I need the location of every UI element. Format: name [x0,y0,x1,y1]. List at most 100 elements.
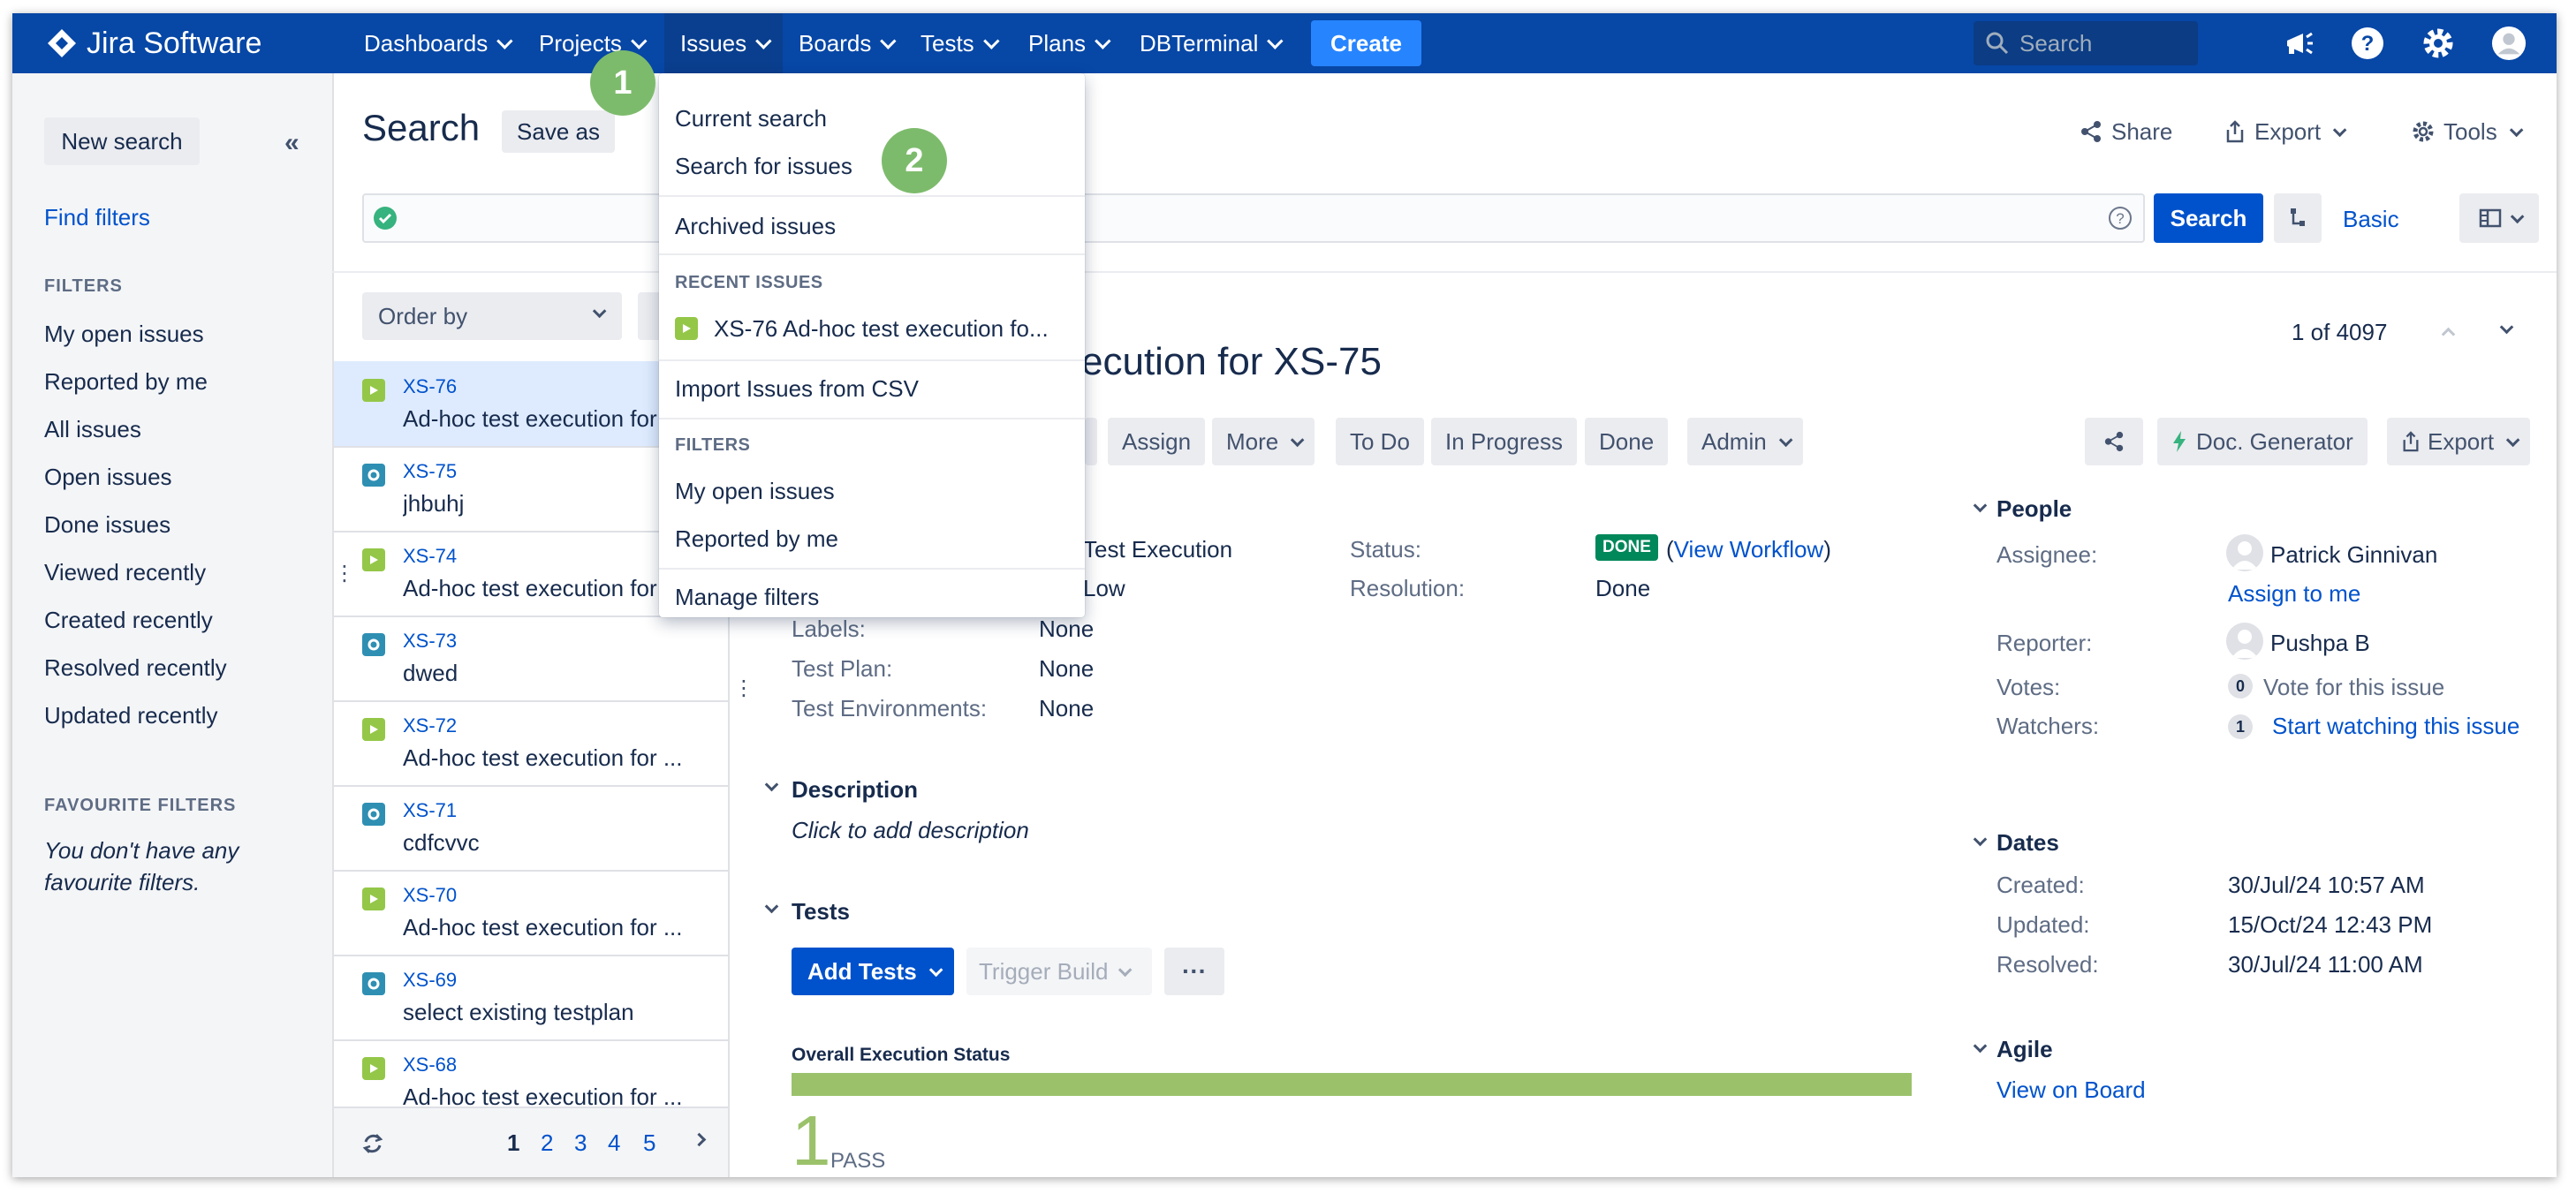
collapse-people-icon[interactable] [1973,498,1988,513]
search-button[interactable]: Search [2154,193,2263,243]
filter-resolved-recently[interactable]: Resolved recently [44,654,227,682]
todo-button[interactable]: To Do [1336,418,1424,465]
page-1[interactable]: 1 [507,1129,519,1157]
page-4[interactable]: 4 [608,1129,620,1157]
nav-tests[interactable]: Tests [908,13,1007,73]
nav-dashboards-label: Dashboards [364,29,489,57]
vote-for-issue-link[interactable]: Vote for this issue [2263,674,2444,701]
add-tests-button[interactable]: Add Tests [792,948,954,995]
collapse-sidebar-icon[interactable]: « [284,128,299,158]
tools-button[interactable]: Tools [2412,112,2524,151]
more-actions-button[interactable]: ··· [1164,948,1224,995]
votes-count: 0 [2228,674,2253,699]
chevron-down-icon [2510,209,2524,223]
nav-plans[interactable]: Plans [1016,13,1118,73]
assign-button[interactable]: Assign [1108,418,1206,465]
filter-open-issues[interactable]: Open issues [44,464,172,491]
list-item[interactable]: XS-70 Ad-hoc test execution for ... [334,870,728,956]
filter-all-issues[interactable]: All issues [44,416,141,443]
jira-logo[interactable]: Jira Software [46,24,261,63]
save-as-button[interactable]: Save as [502,110,615,153]
list-item[interactable]: XS-68 Ad-hoc test execution for ... [334,1039,728,1110]
jql-search-input[interactable]: ? [362,193,2145,243]
edit-button-partial[interactable] [1085,418,1097,465]
menu-divider [659,359,1085,361]
share-issue-button[interactable] [2085,418,2143,465]
filter-viewed-recently[interactable]: Viewed recently [44,559,206,586]
next-page-chevron-icon[interactable] [692,1132,707,1147]
export-label: Export [2254,117,2322,145]
collapse-tests-icon[interactable] [764,899,779,914]
in-progress-button[interactable]: In Progress [1431,418,1577,465]
menu-item-recent-xs-76[interactable]: XS-76 Ad-hoc test execution fo... [714,315,1049,343]
hierarchy-toggle-button[interactable] [2274,193,2322,243]
filter-created-recently[interactable]: Created recently [44,607,213,634]
issues-dropdown-menu: Current search Search for issues Archive… [659,73,1085,617]
next-issue-chevron-icon[interactable] [2499,320,2514,335]
user-avatar-icon[interactable] [2491,26,2527,61]
page-3[interactable]: 3 [574,1129,587,1157]
start-watching-link[interactable]: Start watching this issue [2272,713,2519,740]
list-resize-handle[interactable]: ⋮ [733,676,754,701]
basic-mode-link[interactable]: Basic [2343,206,2399,233]
menu-item-import-csv[interactable]: Import Issues from CSV [675,375,919,403]
done-button[interactable]: Done [1585,418,1669,465]
issue-key: XS-69 [403,969,458,991]
new-search-button[interactable]: New search [44,117,200,165]
favourite-filters-heading: FAVOURITE FILTERS [44,796,237,815]
page-5[interactable]: 5 [643,1129,655,1157]
reporter-name[interactable]: Pushpa B [2270,630,2370,657]
filter-my-open-issues[interactable]: My open issues [44,321,204,348]
description-placeholder[interactable]: Click to add description [792,817,1029,844]
list-item[interactable]: XS-72 Ad-hoc test execution for ... [334,700,728,787]
help-icon[interactable]: ? [2350,26,2385,61]
nav-dashboards[interactable]: Dashboards [352,13,520,73]
menu-divider [659,195,1085,197]
nav-boards[interactable]: Boards [786,13,904,73]
list-item[interactable]: XS-73 dwed [334,616,728,702]
menu-item-my-open-issues[interactable]: My open issues [675,478,835,505]
menu-item-current-search[interactable]: Current search [675,105,827,132]
menu-item-archived-issues[interactable]: Archived issues [675,213,836,240]
share-button[interactable]: Share [2080,112,2172,151]
settings-gear-icon[interactable] [2421,26,2456,61]
filter-updated-recently[interactable]: Updated recently [44,702,218,729]
logo-text: Jira Software [87,26,262,60]
global-search[interactable] [1974,21,2198,65]
collapse-dates-icon[interactable] [1973,832,1988,847]
more-button[interactable]: More [1212,418,1315,465]
list-item[interactable]: XS-71 cdfcvvc [334,785,728,872]
view-workflow-link[interactable]: View Workflow [1674,536,1824,563]
export-button[interactable]: Export [2224,112,2347,151]
trigger-build-button[interactable]: Trigger Build [966,948,1152,995]
view-on-board-link[interactable]: View on Board [1996,1076,2146,1104]
filter-reported-by-me[interactable]: Reported by me [44,368,208,396]
resolved-value: 30/Jul/24 11:00 AM [2228,951,2423,978]
notifications-icon[interactable] [2281,26,2316,61]
collapse-agile-icon[interactable] [1973,1039,1988,1054]
create-button[interactable]: Create [1311,20,1421,66]
export-issue-button[interactable]: Export [2387,418,2531,465]
list-item[interactable]: XS-69 select existing testplan [334,955,728,1041]
page-2[interactable]: 2 [541,1129,553,1157]
issue-key: XS-74 [403,545,458,567]
assignee-name[interactable]: Patrick Ginnivan [2270,541,2437,569]
collapse-description-icon[interactable] [764,777,779,792]
doc-generator-button[interactable]: Doc. Generator [2157,418,2368,465]
help-circle-icon[interactable]: ? [2108,206,2133,230]
previous-issue-chevron-icon[interactable] [2441,327,2456,342]
menu-item-manage-filters[interactable]: Manage filters [675,584,819,611]
created-value: 30/Jul/24 10:57 AM [2228,872,2425,898]
menu-item-reported-by-me[interactable]: Reported by me [675,525,838,553]
filter-done-issues[interactable]: Done issues [44,511,170,539]
menu-item-search-for-issues[interactable]: Search for issues [675,153,852,180]
refresh-icon[interactable] [360,1131,385,1156]
nav-dbterminal[interactable]: DBTerminal [1127,13,1291,73]
find-filters-link[interactable]: Find filters [44,204,150,231]
issue-key: XS-73 [403,630,458,652]
layout-switcher-button[interactable] [2459,193,2539,243]
global-search-input[interactable] [2018,28,2189,58]
admin-button[interactable]: Admin [1687,418,1803,465]
assign-to-me-link[interactable]: Assign to me [2228,580,2360,608]
nav-issues[interactable]: Issues [664,13,784,73]
